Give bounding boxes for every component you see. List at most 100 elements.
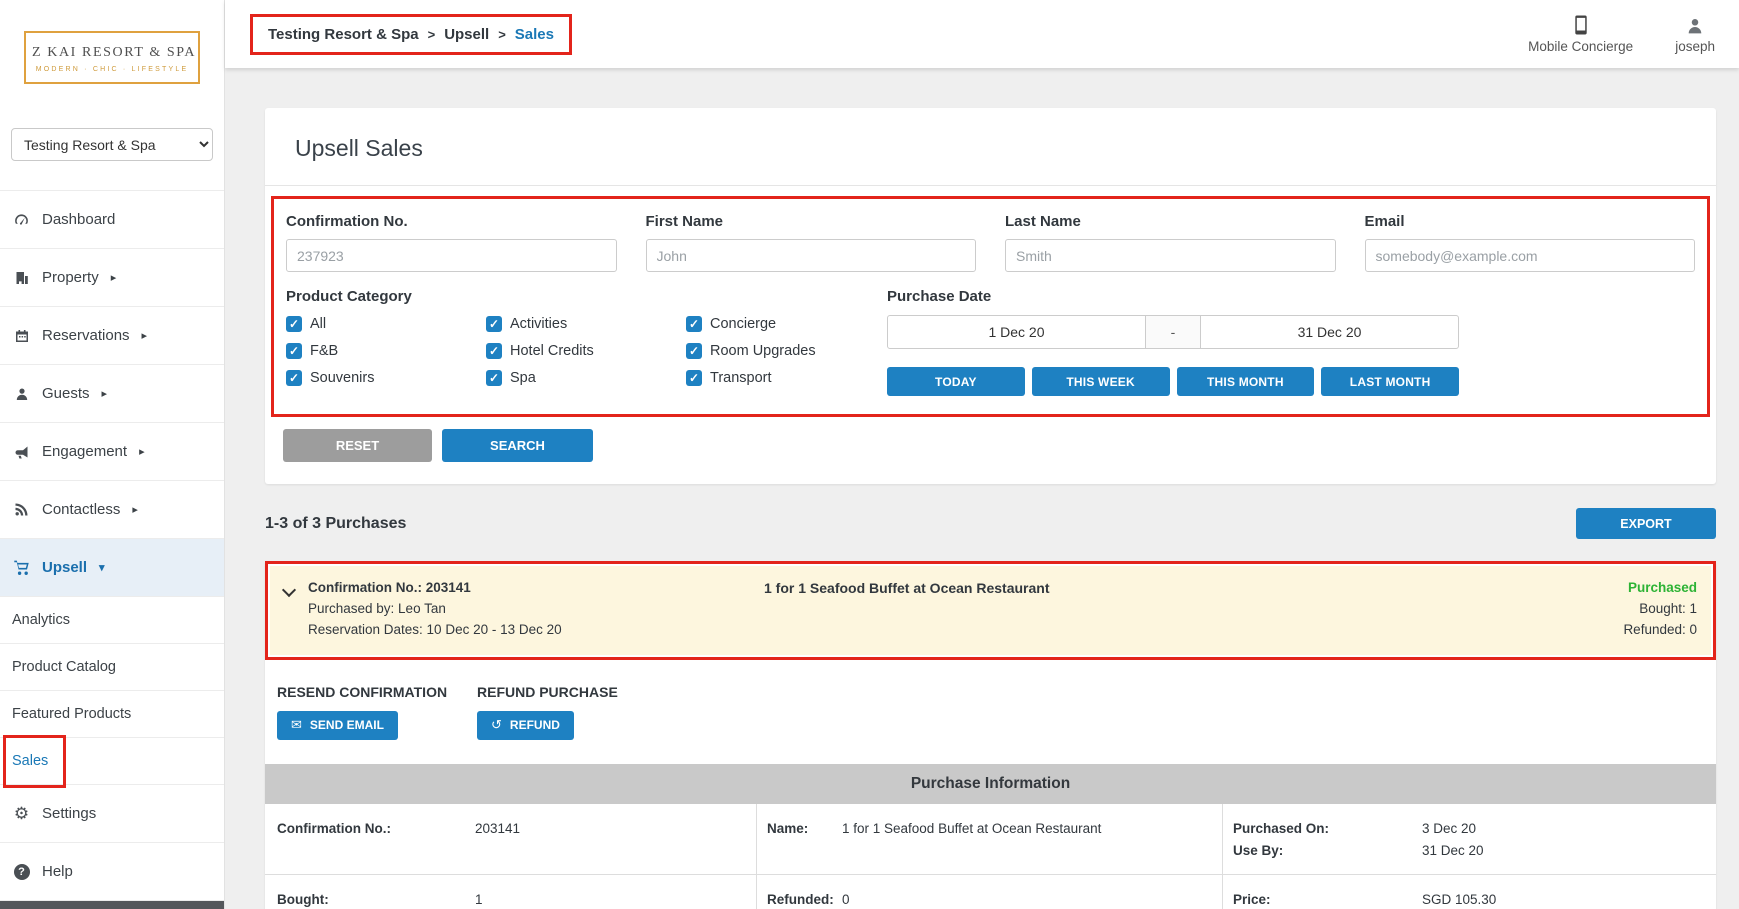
category-all[interactable]: ✓All (286, 316, 486, 332)
this-month-button[interactable]: THIS MONTH (1177, 367, 1315, 396)
category-label: Hotel Credits (510, 343, 594, 359)
purchase-confirmation: Confirmation No.: 203141 (308, 578, 562, 599)
sidebar-subitem-product-catalog[interactable]: Product Catalog (0, 644, 224, 691)
sidebar-footer-bar (0, 901, 224, 909)
resend-confirmation-label: RESEND CONFIRMATION (277, 684, 477, 700)
mobile-concierge-label: Mobile Concierge (1528, 39, 1633, 54)
date-range-picker: - (887, 315, 1459, 349)
cell-value: 0 (842, 875, 1222, 909)
date-from-input[interactable] (888, 316, 1145, 348)
confirmation-no-input[interactable] (286, 239, 617, 272)
confirmation-no-label: Confirmation No. (286, 213, 617, 230)
logo-title: Z KAI RESORT & SPA (32, 45, 192, 61)
table-row: Bought: 1 Refunded: 0 Price: (per vouche… (265, 875, 1716, 909)
search-button[interactable]: SEARCH (442, 429, 593, 462)
username: joseph (1675, 39, 1715, 54)
collapse-chevron-icon[interactable] (282, 583, 296, 597)
category-concierge[interactable]: ✓ Concierge (686, 316, 887, 332)
sidebar-item-engagement[interactable]: Engagement ▸ (0, 423, 224, 481)
dashboard-icon (12, 211, 31, 228)
sidebar-subitem-featured-products[interactable]: Featured Products (0, 691, 224, 738)
sidebar-item-reservations[interactable]: Reservations ▸ (0, 307, 224, 365)
breadcrumb-upsell[interactable]: Upsell (444, 26, 489, 43)
category-label: F&B (310, 343, 338, 359)
category-fnb[interactable]: ✓ F&B (286, 343, 486, 359)
checkbox-checked-icon[interactable]: ✓ (286, 370, 302, 386)
upsell-sales-card: Upsell Sales Confirmation No. First Name (265, 108, 1716, 484)
category-label: Concierge (710, 316, 776, 332)
cell-value: 1 (475, 875, 756, 909)
email-input[interactable] (1365, 239, 1696, 272)
category-souvenirs[interactable]: ✓ Souvenirs (286, 370, 486, 386)
checkbox-checked-icon[interactable]: ✓ (486, 370, 502, 386)
refund-purchase-label: REFUND PURCHASE (477, 684, 677, 700)
mobile-concierge-button[interactable]: Mobile Concierge (1528, 15, 1633, 54)
sidebar-item-label: Dashboard (42, 211, 115, 228)
cell-label: Purchased On: Use By: (1222, 804, 1422, 875)
cell-value: SGD 105.30 (1422, 875, 1716, 909)
breadcrumb-root[interactable]: Testing Resort & Spa (268, 26, 419, 43)
sidebar-item-contactless[interactable]: Contactless ▸ (0, 481, 224, 539)
checkbox-checked-icon[interactable]: ✓ (286, 343, 302, 359)
sidebar-subitem-analytics[interactable]: Analytics (0, 597, 224, 644)
purchase-row[interactable]: Confirmation No.: 203141 Purchased by: L… (270, 566, 1711, 655)
date-to-input[interactable] (1201, 316, 1458, 348)
sidebar-item-dashboard[interactable]: Dashboard (0, 191, 224, 249)
table-row: Confirmation No.: 203141 Name: 1 for 1 S… (265, 804, 1716, 876)
category-label: Souvenirs (310, 370, 374, 386)
checkbox-checked-icon[interactable]: ✓ (686, 370, 702, 386)
refund-button[interactable]: ↺ REFUND (477, 711, 574, 740)
this-week-button[interactable]: THIS WEEK (1032, 367, 1170, 396)
results-count: 1-3 of 3 Purchases (265, 515, 406, 533)
category-activities[interactable]: ✓ Activities (486, 316, 686, 332)
undo-icon: ↺ (491, 717, 502, 733)
user-menu[interactable]: joseph (1675, 17, 1715, 54)
sidebar-nav: Dashboard Property ▸ Reservations ▸ (0, 190, 224, 901)
purchase-purchased-by: Purchased by: Leo Tan (308, 599, 562, 620)
category-label: Room Upgrades (710, 343, 816, 359)
sidebar-item-settings[interactable]: ⚙ Settings (0, 785, 224, 843)
sidebar-item-label: Upsell (42, 559, 87, 576)
mobile-phone-icon (1574, 15, 1588, 35)
divider (265, 185, 1716, 186)
subitem-label: Analytics (12, 612, 70, 628)
checkbox-checked-icon[interactable]: ✓ (486, 316, 502, 332)
today-button[interactable]: TODAY (887, 367, 1025, 396)
sidebar-item-upsell[interactable]: Upsell ▾ (0, 539, 224, 597)
category-transport[interactable]: ✓ Transport (686, 370, 887, 386)
last-month-button[interactable]: LAST MONTH (1321, 367, 1459, 396)
sidebar-item-label: Reservations (42, 327, 130, 344)
checkbox-checked-icon[interactable]: ✓ (486, 343, 502, 359)
category-hotel-credits[interactable]: ✓ Hotel Credits (486, 343, 686, 359)
status-badge: Purchased (1623, 578, 1697, 599)
logo-box: Z KAI RESORT & SPA MODERN · CHIC · LIFES… (24, 31, 200, 84)
envelope-icon: ✉ (291, 717, 302, 733)
checkbox-checked-icon[interactable]: ✓ (686, 316, 702, 332)
last-name-input[interactable] (1005, 239, 1336, 272)
sidebar-item-label: Guests (42, 385, 90, 402)
sidebar-item-property[interactable]: Property ▸ (0, 249, 224, 307)
category-label: Transport (710, 370, 772, 386)
checkbox-checked-icon[interactable]: ✓ (286, 316, 302, 332)
first-name-input[interactable] (646, 239, 977, 272)
category-label: Activities (510, 316, 567, 332)
sidebar-item-help[interactable]: ? Help (0, 843, 224, 901)
cell-label: Name: (756, 804, 842, 875)
subitem-label: Product Catalog (12, 659, 116, 675)
gear-icon: ⚙ (12, 805, 31, 822)
subitem-label: Featured Products (12, 706, 131, 722)
property-select[interactable]: Testing Resort & Spa (11, 128, 213, 161)
breadcrumb-separator: > (498, 27, 506, 42)
send-email-button[interactable]: ✉ SEND EMAIL (277, 711, 398, 740)
sidebar-item-guests[interactable]: Guests ▸ (0, 365, 224, 423)
date-range-separator: - (1145, 316, 1201, 348)
category-room-upgrades[interactable]: ✓ Room Upgrades (686, 343, 887, 359)
export-button[interactable]: EXPORT (1576, 508, 1716, 539)
sidebar-subitem-sales[interactable]: Sales (0, 738, 224, 785)
category-spa[interactable]: ✓Spa (486, 370, 686, 386)
checkbox-checked-icon[interactable]: ✓ (686, 343, 702, 359)
purchase-bought: Bought: 1 (1623, 599, 1697, 620)
reset-button[interactable]: RESET (283, 429, 432, 462)
annotation-box-purchase-row: Confirmation No.: 203141 Purchased by: L… (265, 561, 1716, 660)
annotation-box-breadcrumb: Testing Resort & Spa > Upsell > Sales (250, 14, 572, 55)
